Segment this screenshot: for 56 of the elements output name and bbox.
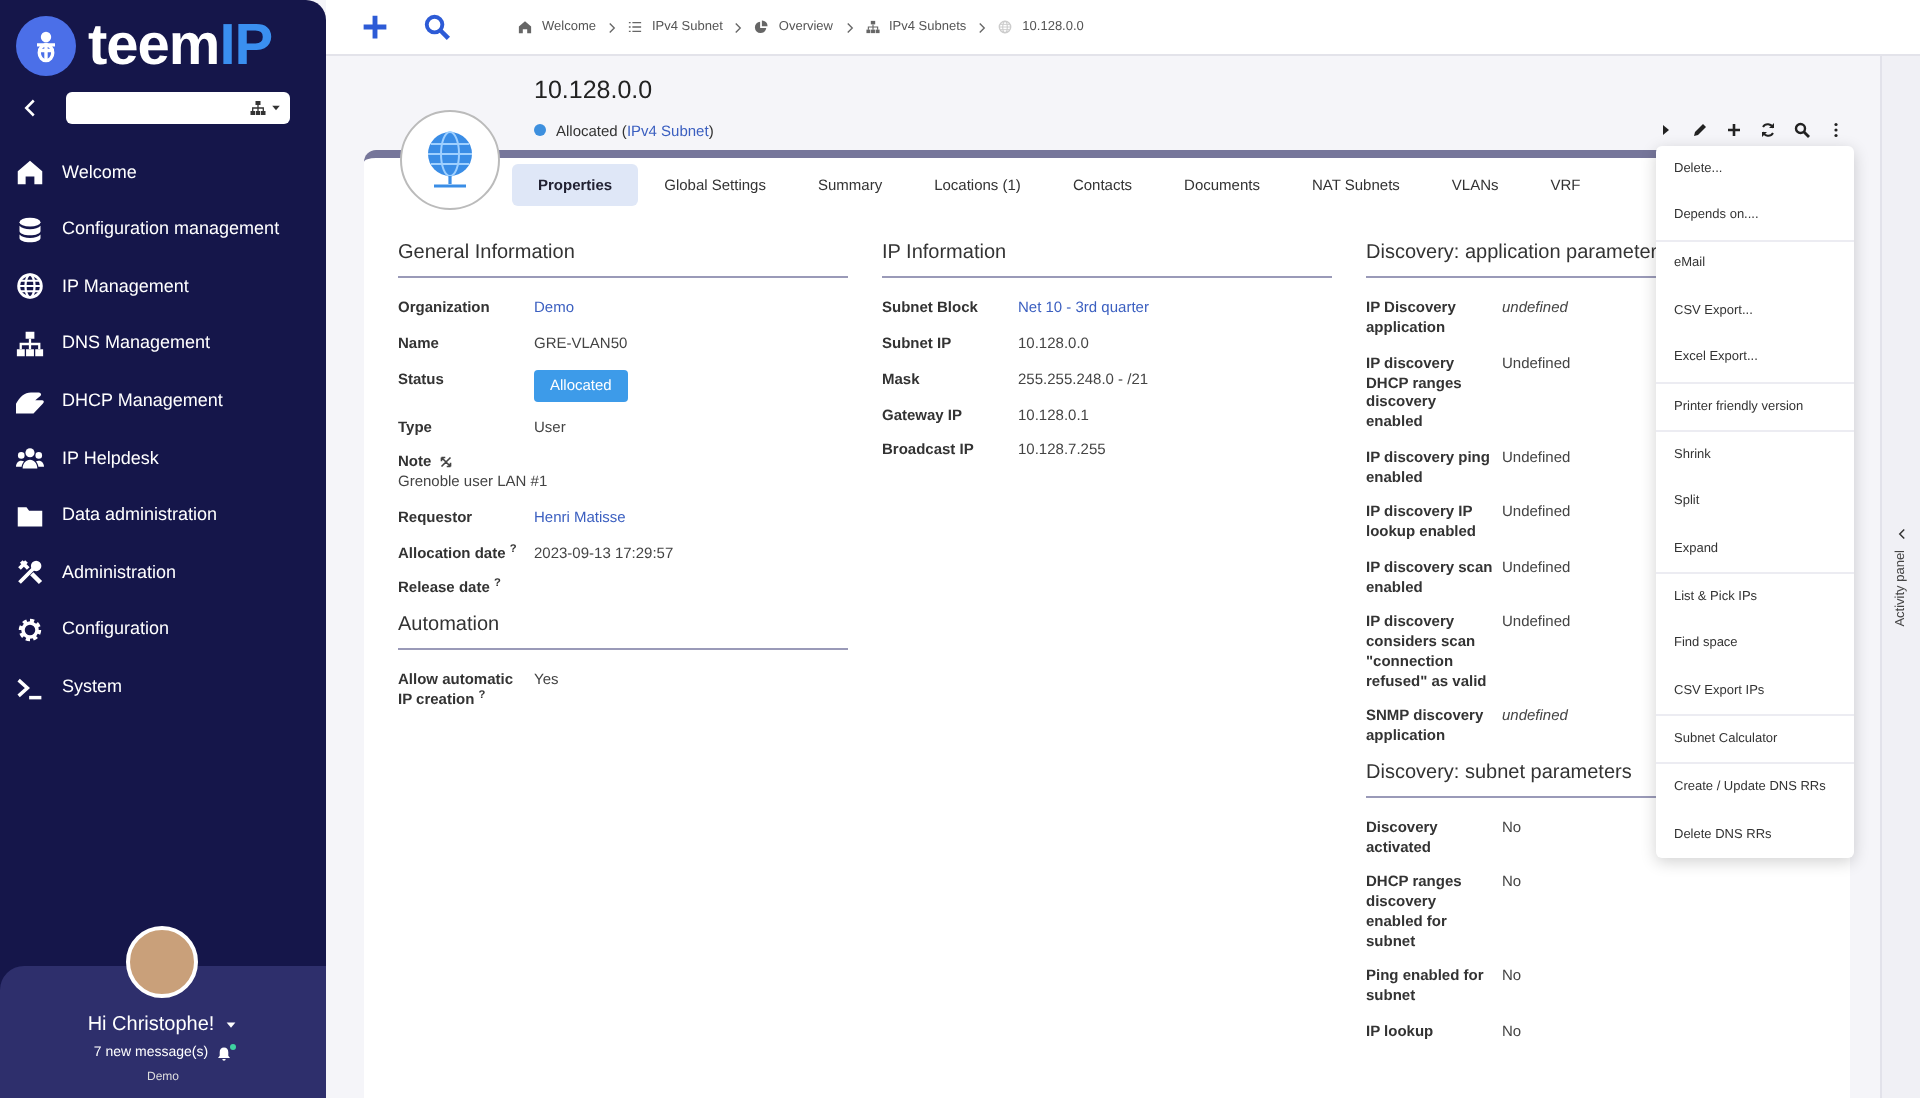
nav-item[interactable]: Data administration: [0, 487, 326, 545]
plus-icon: [362, 14, 388, 40]
chevron-left-icon[interactable]: [1895, 527, 1907, 540]
sitemap-icon: [16, 330, 44, 359]
tools-icon: [16, 558, 44, 587]
collapse-button[interactable]: [20, 96, 40, 120]
pencil-icon[interactable]: [1692, 122, 1708, 138]
section-heading: Automation: [398, 614, 848, 650]
caret-icon: [270, 102, 282, 114]
chevron-left-icon: [20, 96, 40, 120]
nav-item[interactable]: IP Management: [0, 258, 326, 316]
database-icon: [16, 215, 44, 244]
status-dot: [534, 124, 546, 137]
object-title: 10.128.0.0: [534, 75, 655, 106]
nav-item[interactable]: Administration: [0, 544, 326, 602]
list-icon: [627, 20, 642, 34]
sitemap-icon: [865, 20, 879, 34]
logo-text: teemIP: [88, 17, 273, 75]
terminal-icon: [16, 673, 44, 702]
search-button[interactable]: [424, 14, 450, 40]
avatar-circle: [126, 926, 198, 998]
nav-item[interactable]: Configuration: [0, 601, 326, 659]
chevron-right-icon: [605, 21, 618, 33]
nav-item[interactable]: IP Helpdesk: [0, 429, 326, 488]
nav-item[interactable]: DHCP Management: [0, 372, 326, 430]
bell-glyph-icon: [216, 1046, 233, 1063]
section-heading: IP Information: [882, 242, 1332, 279]
add-button[interactable]: [362, 14, 388, 40]
caret-icon[interactable]: [224, 1018, 239, 1032]
globe-icon: [16, 272, 44, 301]
users-icon: [16, 444, 44, 473]
nav-item[interactable]: System: [0, 658, 326, 716]
kebab-menu-icon[interactable]: [1828, 122, 1844, 138]
chevron-right-icon: [843, 21, 855, 33]
globe-icon: [998, 20, 1013, 34]
organization-selector[interactable]: [66, 92, 290, 124]
nav-item[interactable]: Configuration management: [0, 201, 326, 259]
chevron-right-icon: [732, 21, 745, 33]
chevron-right-icon: [976, 21, 989, 33]
nav-item[interactable]: DNS Management: [0, 315, 326, 373]
pie-chart-icon: [754, 20, 769, 34]
home-icon: [16, 158, 44, 187]
folder-icon: [16, 501, 44, 530]
section-heading: General Information: [398, 242, 848, 279]
plus-icon[interactable]: [1726, 122, 1742, 138]
search-icon[interactable]: [1794, 122, 1810, 138]
caret-right-icon[interactable]: [1658, 122, 1674, 138]
nav-item[interactable]: Welcome: [0, 144, 326, 202]
user-greeting[interactable]: Hi Christophe!: [87, 1010, 215, 1040]
search-icon: [424, 14, 450, 40]
refresh-icon[interactable]: [1760, 122, 1776, 138]
sitemap-icon: [250, 100, 266, 116]
expand-icon[interactable]: [439, 456, 452, 469]
gear-icon: [16, 616, 44, 645]
bell-icon[interactable]: [216, 1046, 233, 1063]
home-icon: [518, 20, 532, 34]
